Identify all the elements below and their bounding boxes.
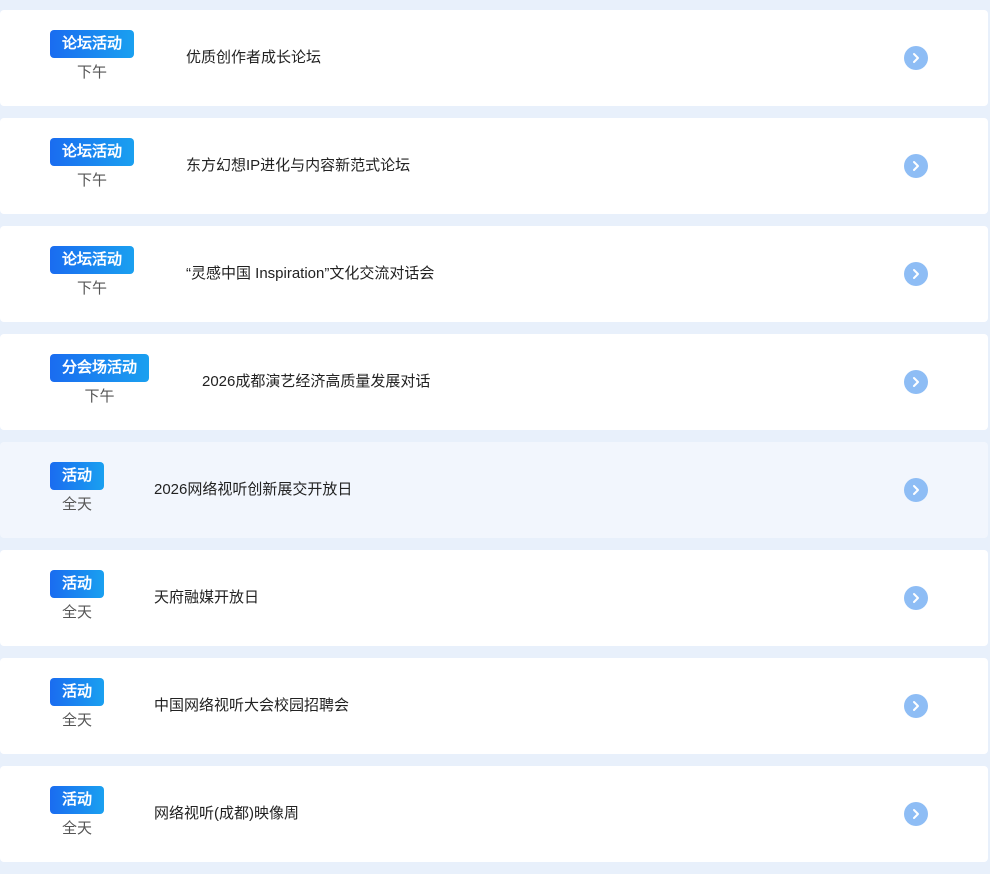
event-card[interactable]: 活动 全天 天府融媒开放日 [0, 550, 988, 646]
event-meta: 活动 全天 [50, 570, 105, 622]
event-time: 下午 [77, 64, 108, 81]
chevron-right-circle-icon[interactable] [904, 46, 928, 70]
event-card[interactable]: 活动 全天 网络视听(成都)映像周 [0, 766, 988, 862]
chevron-right-circle-icon[interactable] [904, 370, 928, 394]
chevron-right-circle-icon[interactable] [904, 802, 928, 826]
chevron-right-circle-icon[interactable] [904, 694, 928, 718]
event-card[interactable]: 活动 全天 中国网络视听大会校园招聘会 [0, 658, 988, 754]
event-meta: 分会场活动 下午 [50, 354, 150, 406]
event-type-badge: 活动 [50, 786, 105, 814]
event-type-badge: 论坛活动 [50, 246, 135, 274]
chevron-right-circle-icon[interactable] [904, 586, 928, 610]
event-title[interactable]: 中国网络视听大会校园招聘会 [154, 658, 349, 754]
event-meta: 活动 全天 [50, 678, 105, 730]
event-time: 全天 [62, 604, 93, 621]
event-type-badge: 活动 [50, 570, 105, 598]
event-title[interactable]: 2026网络视听创新展交开放日 [154, 442, 352, 538]
chevron-right-circle-icon[interactable] [904, 478, 928, 502]
event-time: 下午 [77, 172, 108, 189]
event-meta: 论坛活动 下午 [50, 30, 135, 82]
chevron-right-circle-icon[interactable] [904, 262, 928, 286]
event-card[interactable]: 论坛活动 下午 “灵感中国 Inspiration”文化交流对话会 [0, 226, 988, 322]
event-title[interactable]: 2026成都演艺经济高质量发展对话 [202, 334, 430, 430]
event-time: 全天 [62, 820, 93, 837]
event-title[interactable]: 网络视听(成都)映像周 [154, 766, 299, 862]
event-title[interactable]: 天府融媒开放日 [154, 550, 259, 646]
event-time: 全天 [62, 712, 93, 729]
event-title[interactable]: 东方幻想IP进化与内容新范式论坛 [186, 118, 410, 214]
event-time: 下午 [77, 280, 108, 297]
event-list: 论坛活动 下午 优质创作者成长论坛 论坛活动 下午 东方幻想IP进化与内容新范式… [0, 10, 988, 874]
event-card[interactable]: 论坛活动 下午 东方幻想IP进化与内容新范式论坛 [0, 118, 988, 214]
event-title[interactable]: “灵感中国 Inspiration”文化交流对话会 [186, 226, 434, 322]
event-type-badge: 活动 [50, 678, 105, 706]
event-card[interactable]: 活动 全天 2026网络视听创新展交开放日 [0, 442, 988, 538]
chevron-right-circle-icon[interactable] [904, 154, 928, 178]
event-card[interactable]: 论坛活动 下午 优质创作者成长论坛 [0, 10, 988, 106]
event-card[interactable]: 分会场活动 下午 2026成都演艺经济高质量发展对话 [0, 334, 988, 430]
event-meta: 论坛活动 下午 [50, 138, 135, 190]
event-meta: 论坛活动 下午 [50, 246, 135, 298]
event-meta: 活动 全天 [50, 786, 105, 838]
event-type-badge: 活动 [50, 462, 105, 490]
event-type-badge: 分会场活动 [50, 354, 150, 382]
event-time: 全天 [62, 496, 93, 513]
event-type-badge: 论坛活动 [50, 30, 135, 58]
event-time: 下午 [84, 388, 115, 405]
event-title[interactable]: 优质创作者成长论坛 [186, 10, 321, 106]
event-meta: 活动 全天 [50, 462, 105, 514]
event-type-badge: 论坛活动 [50, 138, 135, 166]
